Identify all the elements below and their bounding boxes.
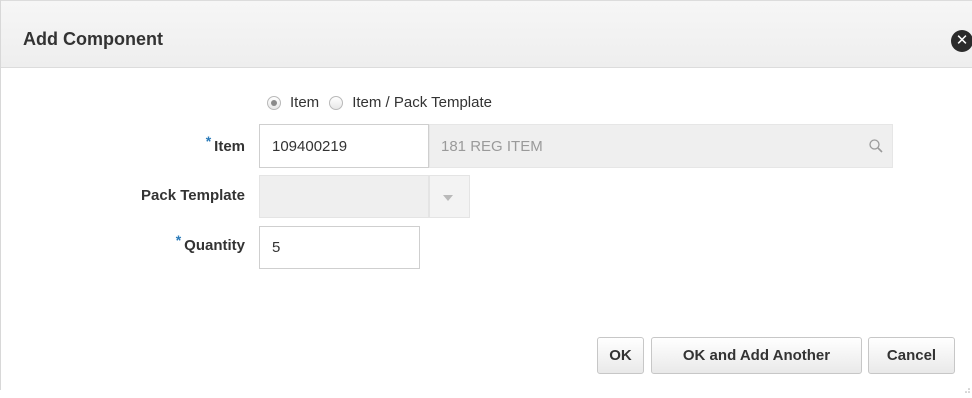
chevron-down-icon[interactable] <box>429 175 470 218</box>
radio-item-pack-template[interactable] <box>329 95 344 110</box>
dialog-title: Add Component <box>23 29 163 49</box>
radio-item-label[interactable]: Item <box>290 94 319 111</box>
quantity-label-text: Quantity <box>184 237 245 254</box>
item-field-label: * Item <box>161 133 245 155</box>
item-label-text: Item <box>214 138 245 155</box>
item-input[interactable]: 109400219 <box>259 124 429 168</box>
cancel-button[interactable]: Cancel <box>868 337 955 374</box>
radio-item-pack-template-label[interactable]: Item / Pack Template <box>352 94 492 111</box>
item-description: 181 REG ITEM <box>429 124 893 168</box>
quantity-input[interactable]: 5 <box>259 226 420 269</box>
add-component-dialog: Add Component ✕ Item Item / Pack Templat… <box>0 0 972 393</box>
search-icon[interactable] <box>868 138 884 154</box>
item-description-text: 181 REG ITEM <box>441 137 543 155</box>
pack-template-label: Pack Template <box>141 187 245 204</box>
item-input-value: 109400219 <box>272 137 348 155</box>
ok-and-add-another-button[interactable]: OK and Add Another <box>651 337 862 374</box>
required-marker: * <box>175 232 182 248</box>
dialog-header: Add Component ✕ <box>1 0 972 68</box>
ok-button[interactable]: OK <box>597 337 644 374</box>
radio-item[interactable] <box>267 95 281 110</box>
quantity-field-label: * Quantity <box>141 232 245 254</box>
close-icon[interactable]: ✕ <box>951 30 972 52</box>
quantity-input-value: 5 <box>272 239 281 256</box>
pack-template-select[interactable] <box>259 175 429 218</box>
required-marker: * <box>205 133 212 149</box>
resize-handle[interactable] <box>963 381 971 393</box>
item-type-radio-group: Item Item / Pack Template <box>267 94 502 111</box>
